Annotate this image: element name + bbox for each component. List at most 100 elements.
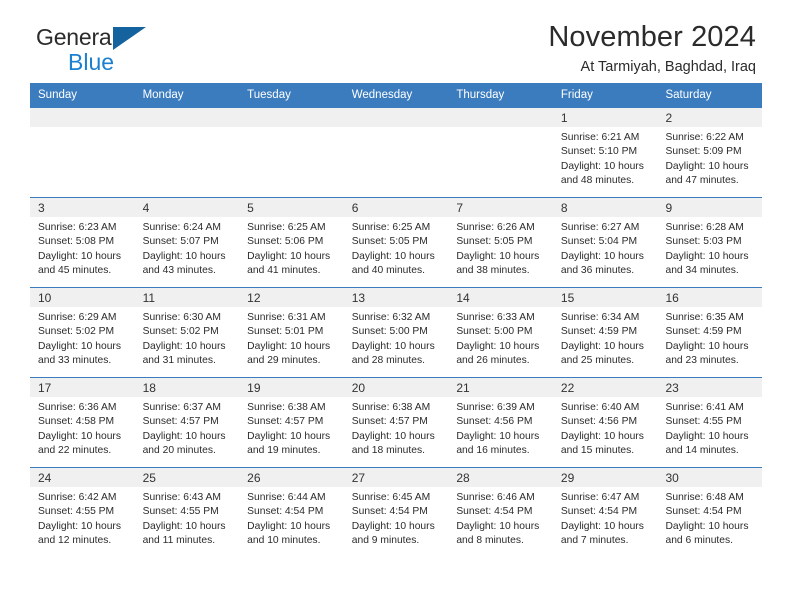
day-number: 16 [657,288,763,308]
day-number: 10 [30,288,135,308]
sunset-text: Sunset: 4:58 PM [38,416,115,428]
day-cell[interactable]: 23 Sunrise: 6:41 AM Sunset: 4:55 PM Dayl… [657,378,763,468]
day-cell[interactable] [134,108,240,198]
day-number: 24 [30,468,135,488]
day-cell[interactable]: 2 Sunrise: 6:22 AM Sunset: 5:09 PM Dayli… [657,108,763,198]
weekday-thursday: Thursday [456,89,505,101]
sunset-text: Sunset: 5:02 PM [142,326,219,338]
day-details [135,127,240,131]
sunset-text: Sunset: 5:10 PM [560,146,638,158]
daylight-text: Daylight: 10 hours and 26 minutes. [456,340,540,366]
day-cell[interactable]: 7 Sunrise: 6:26 AM Sunset: 5:05 PM Dayli… [448,198,553,288]
day-number: 25 [134,468,240,488]
logo-text-blue: Blue [68,49,115,75]
day-details: Sunrise: 6:26 AM Sunset: 5:05 PM Dayligh… [448,217,553,277]
day-details [344,127,449,131]
day-details: Sunrise: 6:46 AM Sunset: 4:54 PM Dayligh… [448,487,553,547]
day-cell[interactable] [30,108,135,198]
day-cell[interactable]: 18 Sunrise: 6:37 AM Sunset: 4:57 PM Dayl… [134,378,240,468]
daylight-text: Daylight: 10 hours and 18 minutes. [351,430,435,456]
day-cell[interactable]: 1 Sunrise: 6:21 AM Sunset: 5:10 PM Dayli… [552,108,658,198]
day-cell[interactable]: 25 Sunrise: 6:43 AM Sunset: 4:55 PM Dayl… [134,468,240,558]
day-number: 14 [448,288,553,308]
day-number: 20 [343,378,449,398]
day-details: Sunrise: 6:28 AM Sunset: 5:03 PM Dayligh… [657,217,762,277]
sunset-text: Sunset: 4:54 PM [560,506,638,518]
sunrise-text: Sunrise: 6:48 AM [665,492,744,504]
day-cell[interactable]: 11 Sunrise: 6:30 AM Sunset: 5:02 PM Dayl… [134,288,240,378]
day-number: 28 [448,468,553,488]
sunrise-text: Sunrise: 6:47 AM [560,492,640,504]
day-details: Sunrise: 6:39 AM Sunset: 4:56 PM Dayligh… [448,397,553,457]
calendar-grid: Sunday Monday Tuesday Wednesday Thursday… [30,83,763,558]
daylight-text: Daylight: 10 hours and 43 minutes. [142,250,226,276]
day-cell[interactable]: 15 Sunrise: 6:34 AM Sunset: 4:59 PM Dayl… [552,288,658,378]
daylight-text: Daylight: 10 hours and 10 minutes. [247,520,331,546]
daylight-text: Daylight: 10 hours and 14 minutes. [665,430,749,456]
day-cell[interactable]: 10 Sunrise: 6:29 AM Sunset: 5:02 PM Dayl… [30,288,135,378]
day-details: Sunrise: 6:34 AM Sunset: 4:59 PM Dayligh… [553,307,658,367]
day-cell[interactable]: 16 Sunrise: 6:35 AM Sunset: 4:59 PM Dayl… [657,288,763,378]
day-cell[interactable]: 6 Sunrise: 6:25 AM Sunset: 5:05 PM Dayli… [343,198,449,288]
day-cell[interactable]: 12 Sunrise: 6:31 AM Sunset: 5:01 PM Dayl… [239,288,344,378]
daylight-text: Daylight: 10 hours and 8 minutes. [456,520,540,546]
day-cell[interactable] [239,108,344,198]
sunrise-text: Sunrise: 6:35 AM [665,312,744,324]
day-cell[interactable]: 22 Sunrise: 6:40 AM Sunset: 4:56 PM Dayl… [552,378,658,468]
general-blue-logo[interactable]: General Blue [36,26,226,82]
day-details [448,127,553,131]
day-cell[interactable]: 29 Sunrise: 6:47 AM Sunset: 4:54 PM Dayl… [552,468,658,558]
day-details: Sunrise: 6:30 AM Sunset: 5:02 PM Dayligh… [135,307,240,367]
day-cell[interactable]: 8 Sunrise: 6:27 AM Sunset: 5:04 PM Dayli… [552,198,658,288]
calendar-week-row: 17 Sunrise: 6:36 AM Sunset: 4:58 PM Dayl… [30,377,763,468]
day-cell[interactable]: 20 Sunrise: 6:38 AM Sunset: 4:57 PM Dayl… [343,378,449,468]
day-cell[interactable]: 26 Sunrise: 6:44 AM Sunset: 4:54 PM Dayl… [239,468,344,558]
day-number: 26 [239,468,344,488]
sunrise-text: Sunrise: 6:46 AM [456,492,535,504]
daylight-text: Daylight: 10 hours and 31 minutes. [142,340,226,366]
daylight-text: Daylight: 10 hours and 19 minutes. [247,430,331,456]
day-cell[interactable]: 24 Sunrise: 6:42 AM Sunset: 4:55 PM Dayl… [30,468,135,558]
day-cell[interactable]: 19 Sunrise: 6:38 AM Sunset: 4:57 PM Dayl… [239,378,344,468]
day-number: 22 [552,378,658,398]
weekday-tuesday: Tuesday [247,89,291,101]
day-cell[interactable]: 21 Sunrise: 6:39 AM Sunset: 4:56 PM Dayl… [448,378,553,468]
sunrise-text: Sunrise: 6:32 AM [351,312,431,324]
daylight-text: Daylight: 10 hours and 36 minutes. [560,250,644,276]
sunset-text: Sunset: 4:57 PM [247,416,324,428]
day-number: 2 [657,108,763,128]
day-cell[interactable]: 14 Sunrise: 6:33 AM Sunset: 5:00 PM Dayl… [448,288,553,378]
day-details: Sunrise: 6:47 AM Sunset: 4:54 PM Dayligh… [553,487,658,547]
sunset-text: Sunset: 4:56 PM [456,416,533,428]
daylight-text: Daylight: 10 hours and 41 minutes. [247,250,331,276]
day-number: 4 [134,198,240,218]
daylight-text: Daylight: 10 hours and 28 minutes. [351,340,435,366]
day-cell[interactable]: 4 Sunrise: 6:24 AM Sunset: 5:07 PM Dayli… [134,198,240,288]
day-cell[interactable]: 27 Sunrise: 6:45 AM Sunset: 4:54 PM Dayl… [343,468,449,558]
day-cell[interactable]: 5 Sunrise: 6:25 AM Sunset: 5:06 PM Dayli… [239,198,344,288]
day-cell[interactable] [448,108,553,198]
calendar-week-row: 10 Sunrise: 6:29 AM Sunset: 5:02 PM Dayl… [30,287,763,378]
sunrise-text: Sunrise: 6:45 AM [351,492,431,504]
day-cell[interactable]: 9 Sunrise: 6:28 AM Sunset: 5:03 PM Dayli… [657,198,763,288]
day-details: Sunrise: 6:33 AM Sunset: 5:00 PM Dayligh… [448,307,553,367]
sunrise-text: Sunrise: 6:39 AM [456,402,535,414]
day-cell[interactable]: 28 Sunrise: 6:46 AM Sunset: 4:54 PM Dayl… [448,468,553,558]
weekday-sunday: Sunday [38,89,78,101]
sunrise-text: Sunrise: 6:24 AM [142,222,221,234]
day-cell[interactable]: 30 Sunrise: 6:48 AM Sunset: 4:54 PM Dayl… [657,468,763,558]
sunset-text: Sunset: 5:05 PM [456,236,533,248]
daylight-text: Daylight: 10 hours and 11 minutes. [142,520,226,546]
day-cell[interactable] [343,108,449,198]
sunrise-text: Sunrise: 6:38 AM [351,402,431,414]
day-number: 3 [30,198,135,218]
day-cell[interactable]: 13 Sunrise: 6:32 AM Sunset: 5:00 PM Dayl… [343,288,449,378]
day-number: 27 [343,468,449,488]
day-number: 8 [552,198,658,218]
daylight-text: Daylight: 10 hours and 6 minutes. [665,520,749,546]
day-cell[interactable]: 3 Sunrise: 6:23 AM Sunset: 5:08 PM Dayli… [30,198,135,288]
weekday-wednesday: Wednesday [351,89,413,101]
day-number: 19 [239,378,344,398]
day-cell[interactable]: 17 Sunrise: 6:36 AM Sunset: 4:58 PM Dayl… [30,378,135,468]
day-number [30,108,135,128]
